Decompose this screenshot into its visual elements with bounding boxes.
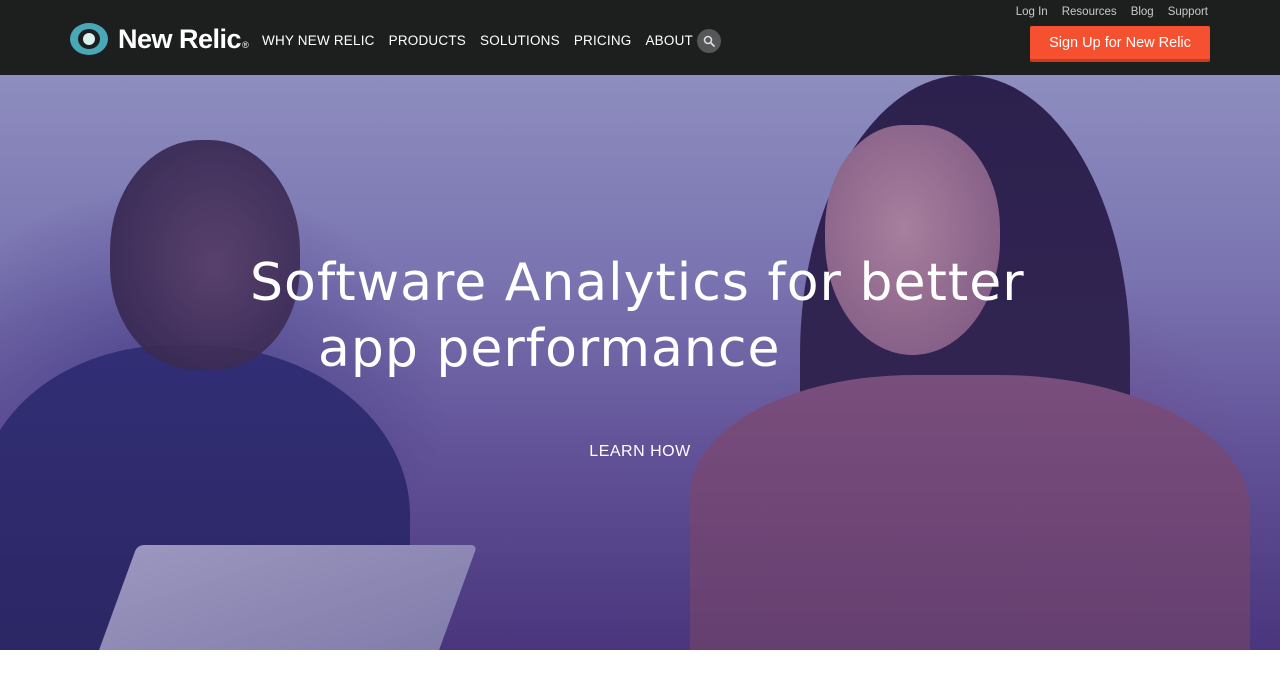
hero-banner: Software Analytics for better app perfor…	[0, 75, 1280, 650]
nav-products[interactable]: PRODUCTS	[389, 33, 466, 48]
page: New Relic ® WHY NEW RELIC PRODUCTS SOLUT…	[0, 0, 1280, 700]
hero-headline-line1: Software Analytics for better	[250, 253, 1025, 313]
sign-up-button[interactable]: Sign Up for New Relic	[1030, 26, 1210, 62]
nav-about[interactable]: ABOUT	[645, 33, 693, 48]
new-relic-eye-icon	[70, 23, 108, 55]
logo-text: New Relic	[118, 23, 242, 54]
nav-pricing[interactable]: PRICING	[574, 33, 632, 48]
support-link[interactable]: Support	[1168, 6, 1208, 18]
nav-solutions[interactable]: SOLUTIONS	[480, 33, 560, 48]
registered-mark: ®	[242, 40, 249, 50]
learn-how-link[interactable]: LEARN HOW	[540, 443, 740, 461]
site-header: New Relic ® WHY NEW RELIC PRODUCTS SOLUT…	[0, 0, 1280, 75]
hero-headline: Software Analytics for better app perfor…	[230, 250, 1050, 382]
main-nav: WHY NEW RELIC PRODUCTS SOLUTIONS PRICING…	[262, 33, 693, 48]
new-relic-logo[interactable]: New Relic ®	[70, 22, 249, 56]
blog-link[interactable]: Blog	[1131, 6, 1154, 18]
log-in-link[interactable]: Log In	[1016, 6, 1048, 18]
nav-why-new-relic[interactable]: WHY NEW RELIC	[262, 33, 375, 48]
search-button[interactable]	[697, 29, 721, 53]
utility-nav: Log In Resources Blog Support	[1016, 6, 1208, 18]
hero-headline-line2: app performance	[318, 319, 781, 379]
resources-link[interactable]: Resources	[1062, 6, 1117, 18]
search-icon	[703, 35, 715, 47]
